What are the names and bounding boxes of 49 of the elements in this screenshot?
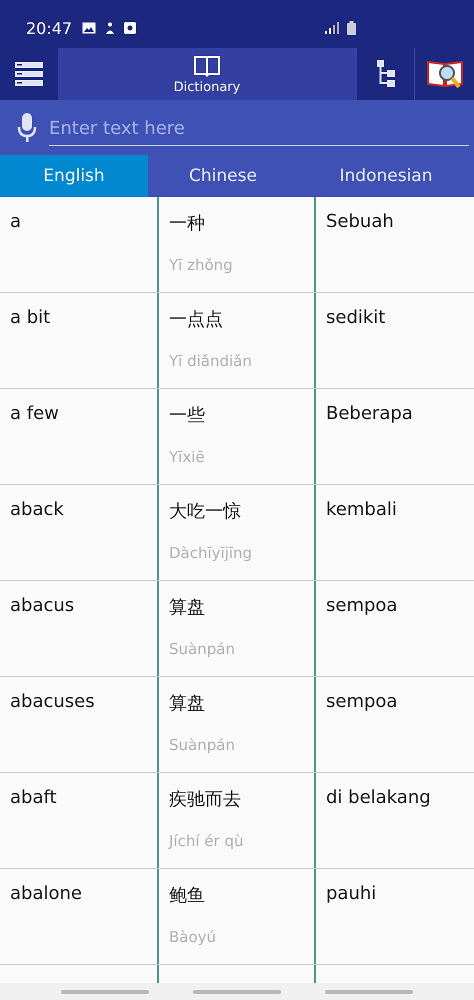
chinese-word: 大吃一惊 [169,500,241,523]
battery-icon [347,21,356,35]
pinyin-text: Yī zhǒng [169,256,233,276]
chinese-word: 一种 [169,212,205,235]
indonesian-word: pauhi [326,883,376,904]
signal-icon [325,22,339,34]
pinyin-text: Dàchīyījīng [169,544,252,564]
english-word: a few [10,403,59,424]
figure-icon [104,22,116,34]
book-magnifier-icon [426,58,462,90]
english-word: abacus [10,595,74,616]
indonesian-word: di belakang [326,787,431,808]
indonesian-word: sempoa [326,595,398,616]
english-word: aback [10,499,64,520]
tree-icon [376,60,394,88]
dictionary-tab[interactable]: Dictionary [58,48,356,100]
english-word: abaft [10,787,57,808]
indonesian-word: sedikit [326,307,386,328]
english-word: abacuses [10,691,95,712]
search-input[interactable]: Enter text here [49,114,469,146]
pinyin-text: Suànpán [169,736,235,756]
nav-handle[interactable] [325,990,413,994]
image-icon [82,22,96,34]
chinese-word: 鲍鱼 [169,884,205,907]
english-word: a bit [10,307,50,328]
microphone-icon[interactable] [17,112,37,142]
pinyin-text: Suànpán [169,640,235,660]
pinyin-text: Yīxiē [169,448,205,468]
nav-handle[interactable] [61,990,149,994]
indonesian-word: Beberapa [326,403,413,424]
indonesian-word: Sebuah [326,211,394,232]
language-tab[interactable]: English [0,155,148,197]
book-icon [193,54,221,78]
chinese-word: 算盘 [169,596,205,619]
menu-icon [15,62,43,86]
indonesian-word: sempoa [326,691,398,712]
nav-handle[interactable] [193,990,281,994]
pinyin-text: Jíchí ér qù [169,832,244,852]
pinyin-text: Yī diǎndiǎn [169,352,252,372]
chinese-word: 算盘 [169,692,205,715]
pinyin-text: Bàoyú [169,928,216,948]
chinese-word: 疾驰而去 [169,788,241,811]
status-time: 20:47 [26,18,72,38]
english-word: abalone [10,883,82,904]
indonesian-word: kembali [326,499,397,520]
english-word: a [10,211,22,232]
chinese-word: 一些 [169,404,205,427]
search-field[interactable]: Enter text here [0,100,474,155]
chinese-word: 一点点 [169,308,223,331]
